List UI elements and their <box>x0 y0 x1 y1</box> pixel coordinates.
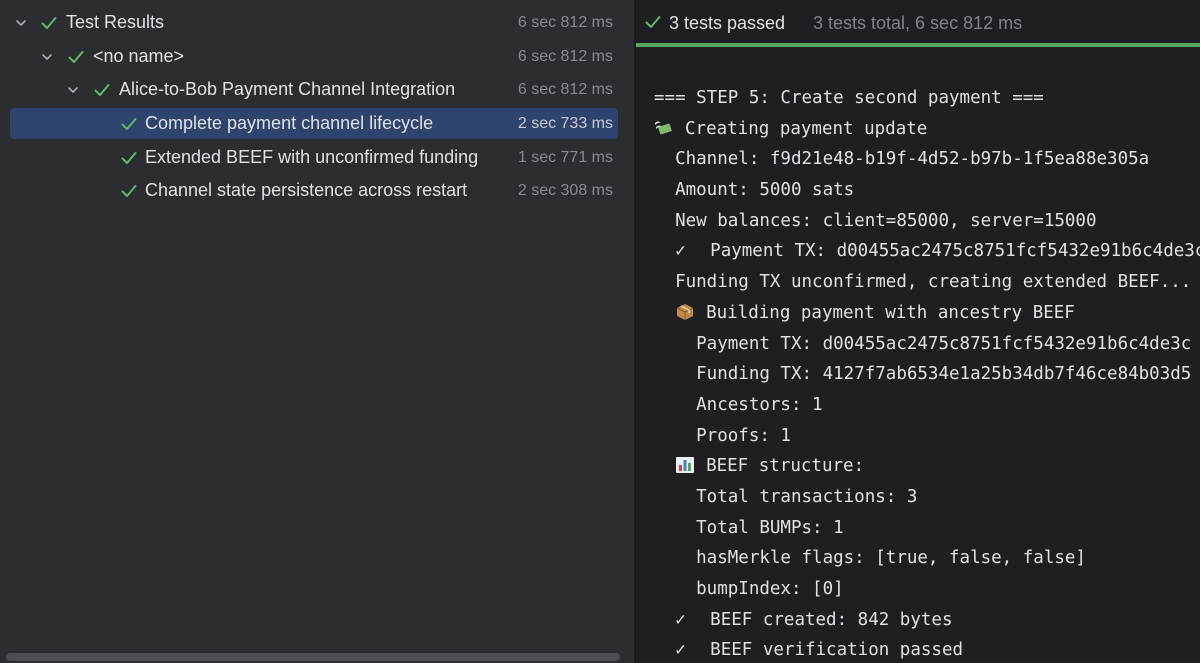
package-icon <box>675 303 695 321</box>
tree-row-label: Test Results <box>66 12 165 32</box>
tree-row-test-results[interactable]: Test Results 6 sec 812 ms <box>10 7 618 38</box>
console-line: Creating payment update <box>654 114 1200 145</box>
console-line: Proofs: 1 <box>654 425 791 446</box>
tree-row-duration: 6 sec 812 ms <box>517 48 613 65</box>
check-icon <box>644 13 662 31</box>
console-line: Payment TX: d00455ac2475c8751fcf5432e91b… <box>654 333 1192 354</box>
tree-row-no-name[interactable]: <no name> 6 sec 812 ms <box>10 41 618 72</box>
console-line: New balances: client=85000, server=15000 <box>654 210 1097 231</box>
tree-row-duration: 6 sec 812 ms <box>517 81 613 98</box>
console-line: Funding TX: 4127f7ab6534e1a25b34db7f46ce… <box>654 364 1192 385</box>
checkmark-icon: ✓ <box>675 241 686 262</box>
money-wings-icon <box>654 119 674 137</box>
tree-row-duration: 2 sec 308 ms <box>517 182 613 199</box>
check-icon <box>120 182 138 200</box>
console-line: ✓ BEEF created: 842 bytes <box>654 605 1200 636</box>
console-line: === STEP 5: Create second payment === <box>654 88 1044 108</box>
checkmark-icon: ✓ <box>675 609 686 630</box>
tree-row-test-lifecycle[interactable]: Complete payment channel lifecycle 2 sec… <box>10 108 618 139</box>
check-icon <box>40 14 58 32</box>
chevron-down-icon[interactable] <box>67 84 79 96</box>
test-tree-panel: Test Results 6 sec 812 ms <no name> 6 se… <box>0 0 634 663</box>
console-line: Total BUMPs: 1 <box>654 517 844 538</box>
console-line: Total transactions: 3 <box>654 486 918 507</box>
console-line: bumpIndex: [0] <box>654 579 844 599</box>
tree-row-suite[interactable]: Alice-to-Bob Payment Channel Integration… <box>10 74 618 105</box>
tests-total-label: 3 tests total, 6 sec 812 ms <box>813 13 1023 33</box>
console-line: Channel: f9d21e48-b19f-4d52-b97b-1f5ea88… <box>654 149 1150 170</box>
tree-row-label: <no name> <box>93 46 185 66</box>
tree-row-duration: 2 sec 733 ms <box>517 115 613 132</box>
check-icon <box>120 149 138 167</box>
check-icon <box>67 48 85 66</box>
tree-row-test-persistence[interactable]: Channel state persistence across restart… <box>10 175 618 206</box>
tree-row-label: Channel state persistence across restart <box>145 180 468 200</box>
horizontal-scrollbar[interactable] <box>6 653 620 661</box>
bar-chart-icon <box>675 456 695 474</box>
check-icon <box>93 81 111 99</box>
tree-row-duration: 1 sec 771 ms <box>517 149 613 166</box>
chevron-down-icon[interactable] <box>41 51 53 63</box>
chevron-down-icon[interactable] <box>15 17 27 29</box>
console-output[interactable]: === STEP 5: Create second payment === Cr… <box>654 83 1200 663</box>
tree-row-label: Extended BEEF with unconfirmed funding <box>145 147 479 167</box>
console-line: ✓ BEEF verification passed <box>654 635 1200 663</box>
tree-row-duration: 6 sec 812 ms <box>517 14 613 31</box>
console-line: hasMerkle flags: [true, false, false] <box>654 548 1086 569</box>
console-line: BEEF structure: <box>654 451 1200 482</box>
test-progress-bar <box>636 43 1200 47</box>
test-summary-bar: 3 tests passed 3 tests total, 6 sec 812 … <box>636 0 1200 46</box>
console-line: Ancestors: 1 <box>654 394 823 415</box>
console-line: Amount: 5000 sats <box>654 180 855 201</box>
tree-row-test-extended-beef[interactable]: Extended BEEF with unconfirmed funding 1… <box>10 142 618 173</box>
console-line: Funding TX unconfirmed, creating extende… <box>654 272 1192 293</box>
check-icon <box>120 115 138 133</box>
console-panel: 3 tests passed 3 tests total, 6 sec 812 … <box>636 0 1200 663</box>
checkmark-icon: ✓ <box>675 640 686 661</box>
tree-row-label: Complete payment channel lifecycle <box>145 113 434 133</box>
console-line: ✓ Payment TX: d00455ac2475c8751fcf5432e9… <box>654 236 1200 267</box>
tree-row-label: Alice-to-Bob Payment Channel Integration <box>119 79 456 99</box>
tests-passed-label: 3 tests passed <box>669 13 786 33</box>
console-line: Building payment with ancestry BEEF <box>654 298 1200 329</box>
